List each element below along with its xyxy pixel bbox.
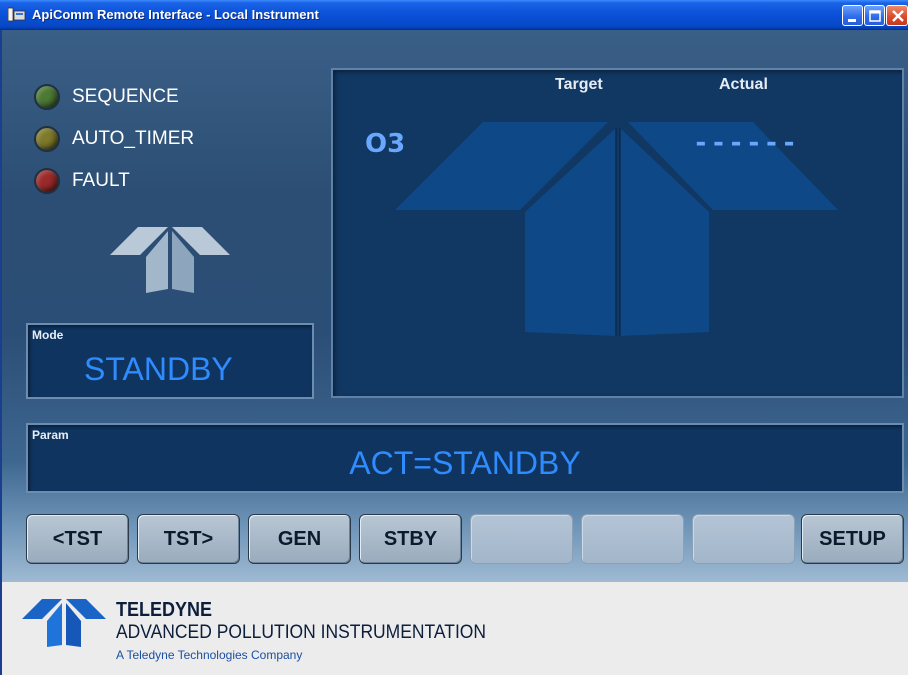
led-label: FAULT bbox=[72, 170, 130, 191]
minimize-icon bbox=[848, 19, 856, 22]
mode-label: Mode bbox=[32, 328, 64, 342]
brand-tagline: A Teledyne Technologies Company bbox=[116, 648, 303, 662]
teledyne-logo-icon bbox=[22, 599, 106, 647]
gas-display: Target Actual O3 ------ bbox=[331, 68, 904, 398]
teledyne-logo-icon bbox=[110, 227, 230, 293]
led-label: SEQUENCE bbox=[72, 86, 179, 107]
fault-led-icon bbox=[34, 168, 60, 194]
tst-next-button[interactable]: TST> bbox=[137, 514, 240, 564]
mode-value: STANDBY bbox=[84, 351, 233, 387]
brand-name: TELEDYNE bbox=[116, 599, 213, 621]
teledyne-watermark-icon bbox=[395, 122, 838, 336]
param-value: ACT=STANDBY bbox=[349, 445, 581, 481]
brand-subtitle: ADVANCED POLLUTION INSTRUMENTATION bbox=[116, 622, 487, 643]
title-bar[interactable]: ApiComm Remote Interface - Local Instrum… bbox=[0, 0, 908, 30]
blank-key-6[interactable] bbox=[581, 514, 684, 564]
param-panel: Param ACT=STANDBY bbox=[26, 423, 904, 493]
gen-button[interactable]: GEN bbox=[248, 514, 351, 564]
led-auto-timer: AUTO_TIMER bbox=[34, 124, 194, 154]
window-title: ApiComm Remote Interface - Local Instrum… bbox=[32, 7, 319, 22]
mode-panel: Mode STANDBY bbox=[26, 323, 314, 399]
param-label: Param bbox=[32, 428, 69, 442]
sequence-led-icon bbox=[34, 84, 60, 110]
led-fault: FAULT bbox=[34, 166, 130, 196]
led-sequence: SEQUENCE bbox=[34, 82, 179, 112]
brand-footer: TELEDYNE ADVANCED POLLUTION INSTRUMENTAT… bbox=[0, 582, 908, 675]
maximize-icon bbox=[869, 10, 881, 22]
stby-button[interactable]: STBY bbox=[359, 514, 462, 564]
gas-actual-value: ------ bbox=[693, 128, 799, 158]
actual-header: Actual bbox=[719, 76, 768, 93]
blank-key-7[interactable] bbox=[692, 514, 795, 564]
setup-button[interactable]: SETUP bbox=[801, 514, 904, 564]
instrument-panel: SEQUENCE AUTO_TIMER FAULT Mode STANDBY T… bbox=[0, 30, 908, 582]
close-icon bbox=[892, 10, 904, 22]
gas-name: O3 bbox=[365, 129, 406, 159]
app-icon[interactable] bbox=[8, 7, 26, 23]
blank-key-5[interactable] bbox=[470, 514, 573, 564]
target-header: Target bbox=[555, 76, 603, 93]
maximize-button[interactable] bbox=[864, 5, 885, 26]
auto-timer-led-icon bbox=[34, 126, 60, 152]
tst-prev-button[interactable]: <TST bbox=[26, 514, 129, 564]
led-label: AUTO_TIMER bbox=[72, 128, 195, 149]
close-button[interactable] bbox=[886, 5, 908, 26]
minimize-button[interactable] bbox=[842, 5, 863, 26]
